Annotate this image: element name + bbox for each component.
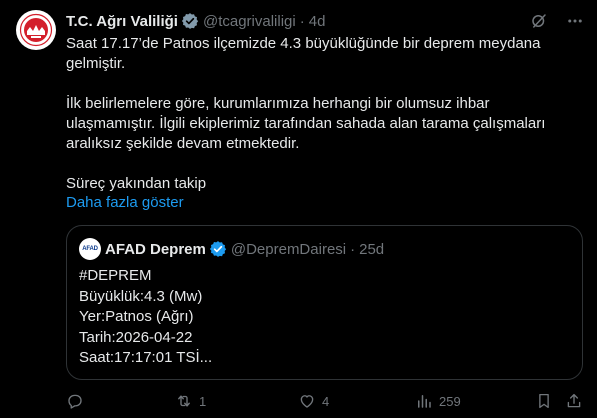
share-button[interactable] bbox=[565, 390, 583, 412]
top-actions bbox=[529, 11, 585, 31]
quoted-post-header: AFAD AFAD Deprem @DepremDairesi · 25d bbox=[79, 238, 384, 260]
views-button[interactable]: 259 bbox=[415, 390, 461, 412]
show-more-link[interactable]: Daha fazla göster bbox=[66, 194, 184, 211]
like-count: 4 bbox=[322, 393, 330, 409]
author-handle[interactable]: @tcagrivaliligi bbox=[203, 13, 296, 30]
views-chart-icon bbox=[418, 395, 431, 408]
repost-count: 1 bbox=[199, 393, 207, 409]
quoted-avatar-text: AFAD bbox=[82, 246, 98, 252]
repost-icon bbox=[178, 395, 190, 407]
quoted-verified-badge-icon bbox=[209, 241, 226, 257]
author-name[interactable]: T.C. Ağrı Valiliği bbox=[66, 13, 178, 30]
post-paragraph-3: Süreç yakından takip bbox=[66, 175, 207, 192]
post-paragraph-1: Saat 17.17’de Patnos ilçemizde 4.3 büyük… bbox=[66, 35, 541, 72]
heart-icon bbox=[300, 395, 314, 408]
post-paragraph-2: İlk belirlemelere göre, kurumlarımıza he… bbox=[66, 95, 546, 152]
verified-badge-icon bbox=[181, 13, 199, 29]
quoted-separator-dot: · bbox=[350, 240, 356, 258]
quoted-line-1: #DEPREM bbox=[79, 267, 152, 284]
quoted-author-name[interactable]: AFAD Deprem bbox=[105, 241, 206, 258]
post-header: T.C. Ağrı Valiliği @tcagrivaliligi · 4d bbox=[66, 10, 325, 32]
post-text: Saat 17.17’de Patnos ilçemizde 4.3 büyük… bbox=[66, 34, 581, 194]
quoted-line-2: Büyüklük:4.3 (Mw) bbox=[79, 287, 203, 305]
quoted-line-5: Saat:17:17:01 TSİ... bbox=[79, 349, 213, 366]
post-time[interactable]: 4d bbox=[309, 13, 326, 30]
share-icon bbox=[567, 393, 581, 408]
avatar[interactable] bbox=[16, 10, 56, 50]
separator-dot: · bbox=[299, 12, 305, 30]
quoted-post-time[interactable]: 25d bbox=[359, 241, 384, 258]
quoted-line-4: Tarih:2026-04-22 bbox=[79, 328, 193, 346]
repost-button[interactable]: 1 bbox=[175, 390, 206, 412]
reply-icon bbox=[68, 394, 82, 409]
ellipsis-icon bbox=[568, 19, 582, 23]
grok-icon[interactable] bbox=[529, 11, 549, 31]
bookmark-icon bbox=[539, 393, 549, 409]
like-button[interactable]: 4 bbox=[298, 390, 329, 412]
quoted-post[interactable]: AFAD AFAD Deprem @DepremDairesi · 25d #D… bbox=[66, 225, 583, 380]
quoted-author-handle[interactable]: @DepremDairesi bbox=[231, 241, 346, 258]
more-options-icon[interactable] bbox=[565, 11, 585, 31]
governorship-emblem-icon bbox=[17, 11, 55, 49]
views-count: 259 bbox=[439, 393, 461, 409]
bookmark-button[interactable] bbox=[535, 390, 553, 412]
reply-button[interactable] bbox=[66, 390, 90, 412]
action-bar: 1 4 259 bbox=[66, 390, 583, 412]
quoted-line-3: Yer:Patnos (Ağrı) bbox=[79, 308, 194, 325]
post[interactable]: T.C. Ağrı Valiliği @tcagrivaliligi · 4d … bbox=[0, 0, 597, 418]
quoted-post-text: #DEPREM Büyüklük:4.3 (Mw) Yer:Patnos (Ağ… bbox=[79, 266, 212, 369]
grok-glyph-icon bbox=[532, 14, 546, 28]
quoted-avatar[interactable]: AFAD bbox=[79, 238, 101, 260]
